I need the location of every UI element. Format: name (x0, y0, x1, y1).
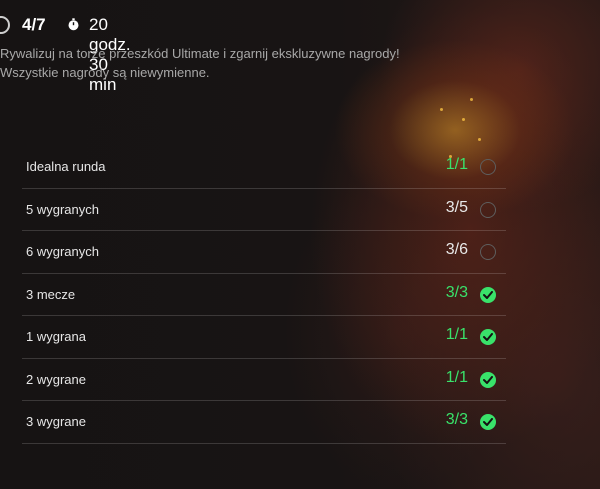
progress-count: 4/7 (22, 15, 46, 34)
challenge-label: 3 mecze (26, 286, 76, 302)
challenge-progress: 3/6 (445, 241, 468, 258)
checkmark-icon (480, 286, 496, 303)
challenge-progress: 1/1 (445, 156, 468, 173)
challenge-label: 1 wygrana (26, 329, 86, 344)
challenge-row[interactable]: 2 wygrane 1/1 (22, 359, 506, 401)
spark-decoration (470, 98, 473, 101)
empty-circle-icon (480, 159, 496, 175)
description-line: Wszystkie nagrody są niewymienne. (0, 65, 210, 80)
challenge-row[interactable]: 3 wygrane 3/3 (22, 401, 506, 444)
spark-decoration (462, 118, 465, 121)
challenge-row[interactable]: Idealna runda 1/1 (22, 146, 506, 189)
empty-circle-icon (480, 244, 496, 260)
stopwatch-icon (68, 18, 79, 31)
checkmark-icon (480, 371, 496, 388)
challenge-label: 5 wygranych (26, 201, 99, 217)
challenge-label: 2 wygrane (26, 371, 86, 387)
challenge-list: Idealna runda 1/1 5 wygranych 3/5 6 wygranyc… (22, 146, 506, 444)
challenge-label: 3 wygrane (26, 414, 86, 429)
empty-circle-icon (480, 201, 496, 218)
challenge-progress: 1/1 (445, 368, 468, 386)
challenge-row[interactable]: 3 mecze 3/3 (22, 274, 506, 316)
challenge-progress: 3/3 (445, 411, 468, 428)
event-description: Rywalizuj na torze przeszkód Ultimate i … (0, 44, 440, 82)
challenge-progress: 3/3 (445, 283, 468, 301)
challenge-row[interactable]: 1 wygrana 1/1 (22, 316, 506, 359)
challenge-progress: 1/1 (445, 326, 468, 343)
spark-decoration (440, 108, 443, 111)
challenge-row[interactable]: 6 wygranych 3/6 (22, 231, 506, 274)
challenge-row[interactable]: 5 wygranych 3/5 (22, 189, 506, 231)
challenge-progress: 3/5 (445, 198, 468, 216)
checkmark-icon (480, 414, 496, 430)
challenge-label: Idealna runda (26, 159, 106, 174)
spark-decoration (478, 138, 481, 141)
checkmark-icon (480, 329, 496, 345)
description-line: Rywalizuj na torze przeszkód Ultimate i … (0, 46, 400, 61)
challenge-label: 6 wygranych (26, 244, 99, 259)
